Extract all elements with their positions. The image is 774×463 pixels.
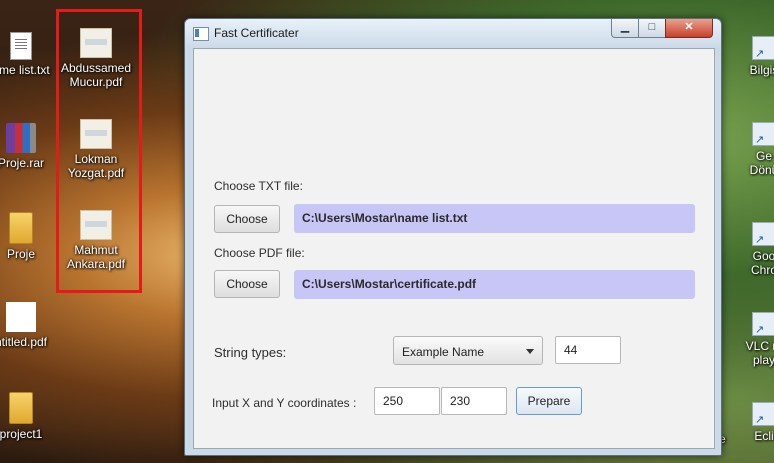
desktop-icon-label: Proje.rar — [0, 156, 44, 170]
certificate-pdf-icon — [80, 210, 112, 240]
string-type-value: Example Name — [402, 345, 485, 359]
desktop-icon-label: Proje — [6, 247, 35, 261]
desktop-icon-chrome[interactable]: Goo Chro — [726, 222, 774, 277]
desktop-icon-untitled-pdf[interactable]: ntitled.pdf — [0, 302, 59, 349]
folder-icon — [9, 392, 33, 424]
desktop-icon-label: Bilgis — [749, 63, 774, 77]
desktop-icon-recycle-bin[interactable]: Ge Dönü — [726, 122, 774, 177]
prepare-button[interactable]: Prepare — [516, 387, 582, 415]
desktop-icon-label: Mahmut Ankara.pdf — [66, 243, 126, 271]
close-button[interactable]: ✕ — [665, 19, 713, 38]
choose-txt-button[interactable]: Choose — [214, 205, 280, 233]
desktop-icon-name-list[interactable]: ame list.txt — [0, 32, 59, 77]
desktop-icon-label: Lokman Yozgat.pdf — [67, 152, 125, 180]
eclipse-icon — [752, 402, 774, 427]
desktop-icon-pdf-lokman[interactable]: Lokman Yozgat.pdf — [58, 119, 134, 180]
desktop-icon-eclipse[interactable]: Ecli — [726, 402, 774, 443]
app-icon — [193, 27, 209, 41]
chevron-down-icon — [526, 349, 534, 354]
computer-icon — [752, 36, 774, 61]
desktop-icon-project1[interactable]: project1 — [0, 392, 59, 441]
desktop-icon-computer[interactable]: Bilgis — [726, 36, 774, 77]
window-title: Fast Certificater — [214, 26, 299, 40]
desktop-icon-label: ame list.txt — [0, 63, 50, 77]
recycle-bin-icon — [752, 122, 774, 147]
desktop-icon-label: ntitled.pdf — [0, 335, 48, 349]
desktop-icon-label: Abdussamed Mucur.pdf — [60, 61, 132, 89]
desktop-icon-pdf-mahmut[interactable]: Mahmut Ankara.pdf — [58, 210, 134, 271]
desktop-icon-label: Goo Chro — [750, 249, 774, 277]
pdf-path-field: C:\Users\Mostar\certificate.pdf — [294, 270, 695, 299]
window-client-area: Choose TXT file: Choose C:\Users\Mostar\… — [193, 48, 715, 449]
desktop-icon-proje-rar[interactable]: Proje.rar — [0, 123, 59, 170]
y-coordinate-input[interactable] — [441, 387, 507, 415]
choose-pdf-button[interactable]: Choose — [214, 270, 280, 298]
certificate-pdf-icon — [80, 28, 112, 58]
string-types-label: String types: — [214, 345, 287, 360]
string-type-select[interactable]: Example Name — [393, 336, 543, 365]
minimize-button[interactable]: ▁ — [611, 19, 639, 38]
pdf-file-label: Choose PDF file: — [214, 246, 305, 260]
certificate-pdf-icon — [80, 119, 112, 149]
x-coordinate-input[interactable] — [374, 387, 440, 415]
maximize-button[interactable]: □ — [638, 19, 666, 38]
pdf-file-icon — [6, 302, 36, 332]
coordinates-label: Input X and Y coordinates : — [212, 396, 357, 410]
chrome-icon — [752, 222, 774, 247]
rar-archive-icon — [6, 123, 36, 153]
title-bar[interactable]: Fast Certificater ▁ □ ✕ — [185, 19, 721, 47]
txt-file-label: Choose TXT file: — [214, 179, 303, 193]
font-size-input[interactable] — [555, 336, 621, 364]
desktop-icon-label: project1 — [0, 427, 43, 441]
desktop-icon-pdf-abdussamed[interactable]: Abdussamed Mucur.pdf — [58, 28, 134, 89]
text-file-icon — [10, 32, 32, 60]
desktop-icon-label: Ge Dönü — [749, 149, 774, 177]
vlc-icon — [752, 312, 774, 337]
app-window: Fast Certificater ▁ □ ✕ Choose TXT file:… — [184, 18, 722, 456]
desktop-icon-proje-folder[interactable]: Proje — [0, 212, 59, 261]
txt-path-field: C:\Users\Mostar\name list.txt — [294, 204, 695, 233]
desktop-icon-label: Ecli — [754, 429, 774, 443]
folder-icon — [9, 212, 33, 244]
desktop-icon-vlc[interactable]: VLC m play — [726, 312, 774, 367]
desktop-icon-label: VLC m play — [745, 339, 774, 367]
